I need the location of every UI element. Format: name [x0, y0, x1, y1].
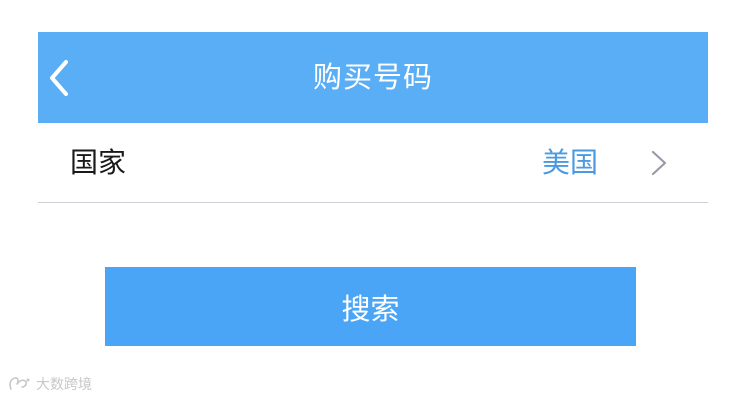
country-label: 国家: [70, 146, 127, 179]
watermark-text: 大数跨境: [36, 377, 92, 393]
screen: 购买号码 国家 美国 搜索 大数跨境: [0, 0, 739, 400]
nav-bar: 购买号码: [38, 32, 708, 123]
country-row[interactable]: 国家 美国: [38, 123, 708, 203]
search-button[interactable]: 搜索: [105, 267, 636, 346]
watermark: 大数跨境: [8, 374, 92, 394]
chevron-right-icon: [651, 150, 667, 176]
page-title: 购买号码: [312, 60, 433, 94]
country-value: 美国: [541, 146, 598, 179]
brand-logo-icon: [9, 377, 30, 390]
